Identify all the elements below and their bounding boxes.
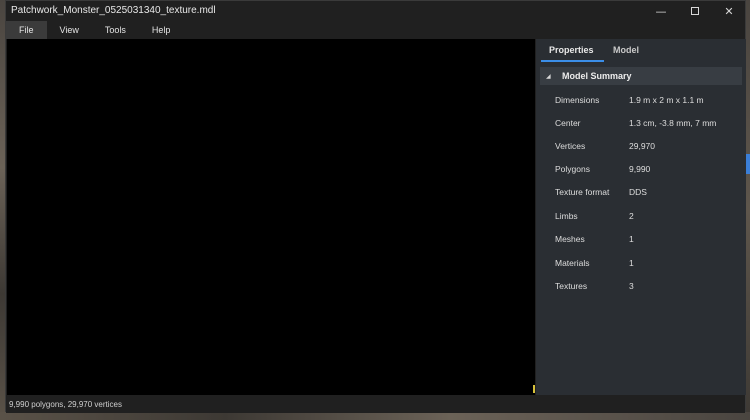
title-bar[interactable]: Patchwork_Monster_0525031340_texture.mdl… (6, 1, 745, 21)
menu-bar: File View Tools Help (6, 21, 745, 39)
property-row-textures: Textures 3 (536, 281, 746, 295)
window-title: Patchwork_Monster_0525031340_texture.mdl (11, 5, 216, 16)
menu-file[interactable]: File (6, 21, 47, 39)
property-value: 1 (629, 258, 634, 268)
property-row-center: Center 1.3 cm, -3.8 mm, 7 mm (536, 118, 746, 132)
property-value: 1 (629, 234, 634, 244)
property-key: Dimensions (555, 95, 600, 105)
property-key: Polygons (555, 164, 590, 174)
menu-view[interactable]: View (47, 21, 92, 39)
properties-panel: Properties Model ◢ Model Summary Dimensi… (536, 39, 746, 395)
minimize-button[interactable]: — (644, 1, 678, 21)
desktop-background-bottom (0, 412, 750, 420)
close-button[interactable]: ✕ (712, 1, 746, 21)
property-value: 9,990 (629, 164, 651, 174)
property-value: DDS (629, 187, 647, 197)
property-key: Center (555, 118, 581, 128)
property-row-materials: Materials 1 (536, 258, 746, 272)
property-row-texture-format: Texture format DDS (536, 187, 746, 201)
status-bar: 9,990 polygons, 29,970 vertices (6, 395, 745, 413)
property-row-dimensions: Dimensions 1.9 m x 2 m x 1.1 m (536, 95, 746, 109)
property-value: 3 (629, 281, 634, 291)
viewport-resize-marker (533, 385, 535, 393)
panel-scroll-thumb[interactable] (746, 154, 750, 174)
section-header-model-summary[interactable]: ◢ Model Summary (540, 67, 742, 85)
menu-tools[interactable]: Tools (92, 21, 139, 39)
property-value: 2 (629, 211, 634, 221)
tab-properties[interactable]: Properties (549, 45, 594, 55)
property-key: Limbs (555, 211, 578, 221)
property-key: Materials (555, 258, 590, 268)
property-key: Meshes (555, 234, 585, 244)
property-row-meshes: Meshes 1 (536, 234, 746, 248)
maximize-icon (691, 7, 699, 15)
property-value: 1.9 m x 2 m x 1.1 m (629, 95, 704, 105)
maximize-button[interactable] (678, 1, 712, 21)
minimize-icon: — (655, 4, 667, 18)
property-value: 29,970 (629, 141, 655, 151)
model-viewport[interactable] (7, 39, 535, 395)
property-value: 1.3 cm, -3.8 mm, 7 mm (629, 118, 717, 128)
collapse-triangle-icon[interactable]: ◢ (546, 73, 556, 80)
section-title: Model Summary (562, 71, 632, 81)
property-key: Vertices (555, 141, 586, 151)
property-row-polygons: Polygons 9,990 (536, 164, 746, 178)
tab-model[interactable]: Model (613, 45, 639, 55)
tab-selected-indicator (541, 60, 604, 62)
desktop-background-right (746, 0, 750, 420)
property-key: Textures (555, 281, 588, 291)
menu-help[interactable]: Help (139, 21, 184, 39)
property-key: Texture format (555, 187, 610, 197)
app-window: Patchwork_Monster_0525031340_texture.mdl… (5, 0, 750, 413)
property-row-limbs: Limbs 2 (536, 211, 746, 225)
status-text: 9,990 polygons, 29,970 vertices (9, 399, 122, 409)
property-row-vertices: Vertices 29,970 (536, 141, 746, 155)
close-icon: ✕ (724, 4, 734, 18)
panel-tabs: Properties Model (536, 39, 746, 63)
